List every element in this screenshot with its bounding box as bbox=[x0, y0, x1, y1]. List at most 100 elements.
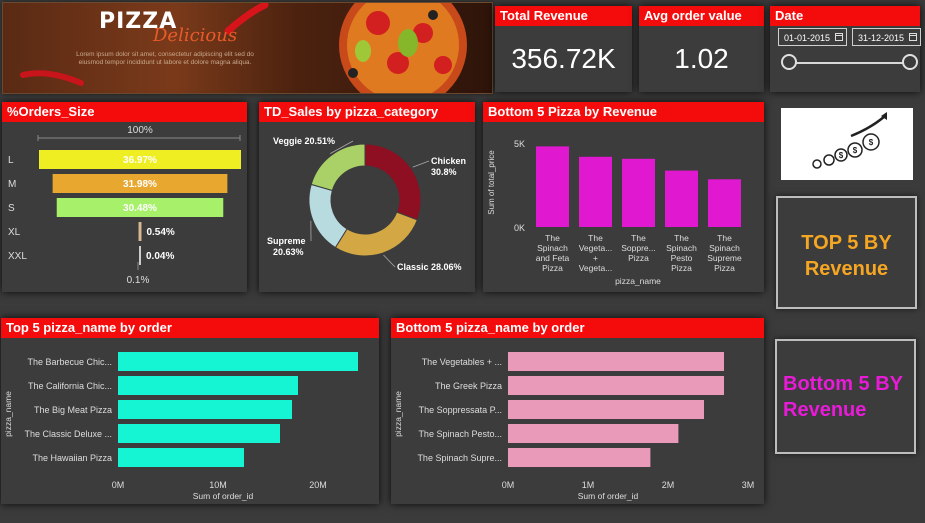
category-name-label: Veggie 20.51% bbox=[273, 136, 335, 146]
category-value-label: 20.63% bbox=[273, 247, 304, 257]
x-category-label: The Soppre... Pizza bbox=[621, 233, 656, 263]
y-tick-label: 0K bbox=[514, 223, 525, 233]
orders-size-card: %Orders_Size 100% 0.1% L 36.97% M 31.98% S 30… bbox=[2, 102, 247, 292]
order-bar[interactable] bbox=[118, 376, 298, 395]
size-category-label: XL bbox=[8, 227, 21, 238]
category-name-label: Chicken bbox=[431, 156, 466, 166]
y-tick-label: 5K bbox=[514, 139, 525, 149]
bottom5-revenue-chart: 0K 5K Sum of total_price The Spinach and Feta… bbox=[487, 139, 742, 286]
bottom5-revenue-label: Bottom 5 BY Revenue bbox=[783, 373, 903, 421]
order-bar[interactable] bbox=[118, 448, 244, 467]
growth-image: $ $ $ bbox=[781, 108, 913, 180]
banner-text: Lorem ipsum dolor sit amet, consectetur … bbox=[76, 51, 254, 66]
category-leader-line bbox=[383, 254, 396, 268]
y-axis-title: pizza_name bbox=[393, 391, 403, 437]
funnel-bottom-label: 0.1% bbox=[127, 275, 150, 286]
bar-category-label: The Soppressata P... bbox=[419, 405, 502, 415]
x-axis-title: Sum of order_id bbox=[193, 491, 254, 501]
size-value-label: 0.54% bbox=[146, 227, 174, 238]
bar-category-label: The Greek Pizza bbox=[435, 381, 502, 391]
svg-text:$: $ bbox=[853, 146, 858, 155]
avg-order-value-title: Avg order value bbox=[639, 6, 764, 26]
order-bar[interactable] bbox=[118, 424, 280, 443]
top5-orders-card: Top 5 pizza_name by order The Barbecue C… bbox=[1, 318, 379, 504]
bottom5-orders-chart: The Vegetables + ... The Greek Pizza The S… bbox=[393, 352, 755, 501]
bar-category-label: The Spinach Pesto... bbox=[418, 429, 502, 439]
order-bar[interactable] bbox=[508, 352, 724, 371]
pizza-banner: PIZZA Delicious Lorem ipsum dolor sit am… bbox=[2, 2, 493, 94]
x-tick-label: 2M bbox=[662, 480, 675, 490]
bar-category-label: The Vegetables + ... bbox=[422, 357, 502, 367]
revenue-bar[interactable] bbox=[665, 170, 698, 227]
start-date-input[interactable]: 01-01-2015 bbox=[778, 28, 847, 46]
order-bar[interactable] bbox=[118, 352, 358, 371]
end-date-input[interactable]: 31-12-2015 bbox=[852, 28, 921, 46]
order-bar[interactable] bbox=[508, 448, 651, 467]
bar-category-label: The Spinach Supre... bbox=[417, 453, 502, 463]
x-category-label: The Spinach and Feta Pizza bbox=[536, 233, 570, 273]
top5-orders-chart: The Barbecue Chic... The California Chic.… bbox=[3, 352, 358, 501]
revenue-bar[interactable] bbox=[579, 156, 612, 227]
bar-category-label: The Big Meat Pizza bbox=[34, 405, 112, 415]
order-bar[interactable] bbox=[508, 400, 704, 419]
size-bar[interactable] bbox=[138, 222, 142, 241]
x-category-label: The Spinach Pesto Pizza bbox=[666, 233, 697, 273]
x-axis-title: Sum of order_id bbox=[578, 491, 639, 501]
x-tick-label: 10M bbox=[209, 480, 227, 490]
start-date-value: 01-01-2015 bbox=[784, 33, 831, 43]
avg-order-value-card: Avg order value 1.02 bbox=[639, 6, 764, 92]
y-axis-title: pizza_name bbox=[3, 391, 13, 437]
category-slice[interactable] bbox=[364, 143, 422, 221]
calendar-icon[interactable] bbox=[909, 33, 917, 41]
svg-text:$: $ bbox=[839, 151, 844, 160]
orders-size-chart: 100% 0.1% L 36.97% M 31.98% S 30.48% XL 0.54% XX… bbox=[8, 125, 241, 286]
bar-category-label: The Barbecue Chic... bbox=[27, 357, 112, 367]
order-bar[interactable] bbox=[508, 424, 679, 443]
total-revenue-title: Total Revenue bbox=[495, 6, 632, 26]
x-tick-label: 1M bbox=[582, 480, 595, 490]
x-tick-label: 3M bbox=[742, 480, 755, 490]
size-value-label: 30.48% bbox=[123, 203, 157, 214]
x-axis-title: pizza_name bbox=[615, 276, 661, 286]
size-value-label: 36.97% bbox=[123, 155, 157, 166]
coins-growth-icon: $ $ $ bbox=[812, 112, 887, 169]
size-value-label: 31.98% bbox=[123, 179, 157, 190]
category-slice[interactable] bbox=[334, 211, 418, 257]
order-bar[interactable] bbox=[508, 376, 724, 395]
size-category-label: XXL bbox=[8, 251, 27, 262]
revenue-bar[interactable] bbox=[536, 146, 569, 227]
order-bar[interactable] bbox=[118, 400, 292, 419]
date-slider-start-handle[interactable] bbox=[781, 54, 797, 70]
category-name-label: Classic 28.06% bbox=[397, 262, 462, 272]
x-category-label: The Vegeta... + Vegeta... bbox=[579, 233, 613, 273]
x-category-label: The Spinach Supreme Pizza bbox=[707, 233, 742, 273]
category-leader-line bbox=[412, 160, 430, 168]
category-value-label: 30.8% bbox=[431, 167, 457, 177]
end-date-value: 31-12-2015 bbox=[858, 33, 905, 43]
x-tick-label: 0M bbox=[502, 480, 515, 490]
size-category-label: S bbox=[8, 203, 15, 214]
y-axis-title: Sum of total_price bbox=[487, 150, 496, 215]
banner-script: Delicious bbox=[153, 25, 238, 46]
total-revenue-card: Total Revenue 356.72K bbox=[495, 6, 632, 92]
avg-order-value-value: 1.02 bbox=[674, 43, 729, 74]
category-slice[interactable] bbox=[310, 143, 366, 192]
top5-revenue-button[interactable]: TOP 5 BY Revenue bbox=[776, 196, 917, 309]
category-slice[interactable] bbox=[308, 183, 348, 249]
top5-revenue-label: TOP 5 BY Revenue bbox=[801, 232, 892, 280]
svg-text:$: $ bbox=[869, 138, 874, 147]
size-bar[interactable] bbox=[139, 246, 141, 265]
sales-category-chart: Chicken30.8% Classic 28.06% Supreme20.63% V… bbox=[267, 136, 466, 272]
revenue-bar[interactable] bbox=[622, 158, 655, 227]
date-slider-track[interactable] bbox=[789, 62, 910, 64]
date-slider-end-handle[interactable] bbox=[902, 54, 918, 70]
bottom5-revenue-button[interactable]: Bottom 5 BY Revenue bbox=[775, 339, 916, 454]
revenue-bar[interactable] bbox=[708, 179, 741, 227]
bar-category-label: The Classic Deluxe ... bbox=[24, 429, 112, 439]
size-value-label: 0.04% bbox=[146, 251, 174, 262]
x-tick-label: 0M bbox=[112, 480, 125, 490]
sales-category-card: TD_Sales by pizza_category Chicken 30.8% C… bbox=[259, 102, 475, 292]
calendar-icon[interactable] bbox=[835, 33, 843, 41]
bottom5-orders-card: Bottom 5 pizza_name by order The Vegetab… bbox=[391, 318, 764, 504]
bar-category-label: The California Chic... bbox=[28, 381, 112, 391]
